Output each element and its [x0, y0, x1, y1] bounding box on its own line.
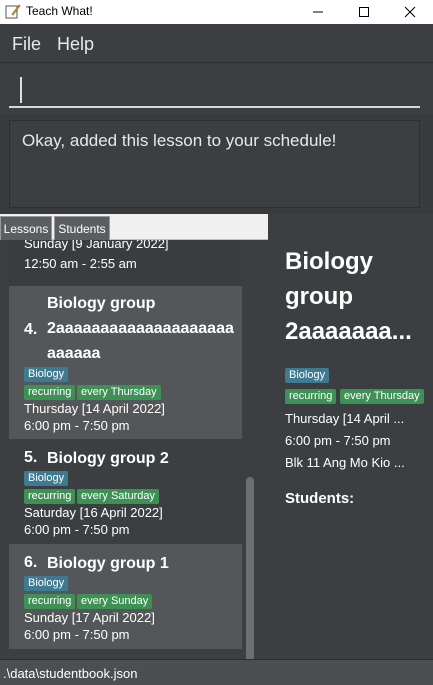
tab-bar: Lessons Students [0, 214, 268, 240]
detail-recurring-tag: recurring [285, 389, 337, 404]
lesson-time: 12:50 am - 2:55 am [24, 256, 137, 271]
detail-students-label: Students: [285, 490, 355, 507]
result-box[interactable]: Okay, added this lesson to your schedule… [9, 120, 420, 208]
menu-help[interactable]: Help [57, 34, 94, 55]
detail-venue: Blk 11 Ang Mo Kio ... [285, 455, 405, 470]
command-input[interactable] [9, 70, 420, 108]
status-bar: .\data\studentbook.json [0, 659, 433, 685]
lesson-time: 6:00 pm - 7:50 pm [24, 418, 130, 433]
recurring-tag: recurring [24, 594, 76, 609]
detail-title: Biology group 2aaaaaaa... [285, 244, 425, 349]
subject-tag: Biology [24, 367, 69, 382]
close-button[interactable] [387, 0, 433, 24]
lesson-name: Biology group 2 [47, 450, 169, 467]
detail-panel: Biology group 2aaaaaaa... Biology recurr… [269, 214, 433, 659]
lesson-date: Sunday [17 April 2022] [24, 610, 155, 625]
lesson-name-line3: aaaaaa [47, 345, 101, 362]
day-tag: every Thursday [77, 385, 161, 400]
maximize-button[interactable] [341, 0, 387, 24]
lesson-index: 6. [24, 554, 38, 571]
lesson-name-line2: 2aaaaaaaaaaaaaaaaaaaa [47, 320, 234, 337]
detail-date: Thursday [14 April ... [285, 411, 405, 426]
maximize-icon [359, 7, 369, 17]
lesson-date: Sunday [9 January 2022] [24, 240, 169, 251]
title-bar: Teach What! [0, 0, 433, 24]
data-file-path: .\data\studentbook.json [3, 666, 138, 681]
tab-students[interactable]: Students [54, 216, 110, 240]
result-display: Okay, added this lesson to your schedule… [0, 114, 433, 214]
text-caret [20, 77, 22, 103]
menu-file[interactable]: File [12, 34, 41, 55]
lesson-name: Biology group 1 [47, 555, 169, 572]
detail-title-line2: group [285, 283, 353, 310]
day-tag: every Saturday [77, 489, 159, 504]
lesson-index: 4. [24, 321, 38, 338]
command-box [0, 62, 433, 114]
scrollbar-thumb[interactable] [246, 477, 254, 659]
lesson-list[interactable]: Sunday [9 January 2022] 12:50 am - 2:55 … [0, 240, 268, 659]
lesson-time: 6:00 pm - 7:50 pm [24, 627, 130, 642]
app-icon [5, 4, 21, 19]
detail-title-line3: 2aaaaaaa... [285, 318, 412, 345]
lesson-name-line1: Biology group [47, 295, 156, 312]
tab-lessons[interactable]: Lessons [0, 216, 52, 240]
minimize-button[interactable] [295, 0, 341, 24]
detail-subject-tag: Biology [285, 368, 330, 383]
lesson-date: Thursday [14 April 2022] [24, 401, 165, 416]
lesson-date: Saturday [16 April 2022] [24, 505, 163, 520]
lesson-card-6[interactable]: 6. Biology group 1 Biology recurring eve… [9, 544, 242, 649]
detail-day-tag: every Thursday [340, 389, 424, 404]
subject-tag: Biology [24, 576, 69, 591]
result-message: Okay, added this lesson to your schedule… [22, 131, 337, 150]
menu-bar: File Help [0, 24, 433, 62]
lesson-card-4[interactable]: Biology group 4. 2aaaaaaaaaaaaaaaaaaaa a… [9, 286, 242, 439]
recurring-tag: recurring [24, 385, 76, 400]
lesson-index: 5. [24, 449, 38, 466]
lesson-card-partial[interactable]: Sunday [9 January 2022] 12:50 am - 2:55 … [9, 240, 242, 286]
minimize-icon [313, 11, 323, 13]
subject-tag: Biology [24, 471, 69, 486]
detail-time: 6:00 pm - 7:50 pm [285, 433, 391, 448]
lesson-card-5[interactable]: 5. Biology group 2 Biology recurring eve… [9, 439, 242, 544]
window-title: Teach What! [26, 4, 93, 18]
list-panel: Lessons Students Sunday [9 January 2022]… [0, 214, 268, 659]
recurring-tag: recurring [24, 489, 76, 504]
day-tag: every Sunday [77, 594, 153, 609]
detail-title-line1: Biology [285, 248, 373, 275]
lesson-time: 6:00 pm - 7:50 pm [24, 522, 130, 537]
close-icon [404, 6, 416, 18]
